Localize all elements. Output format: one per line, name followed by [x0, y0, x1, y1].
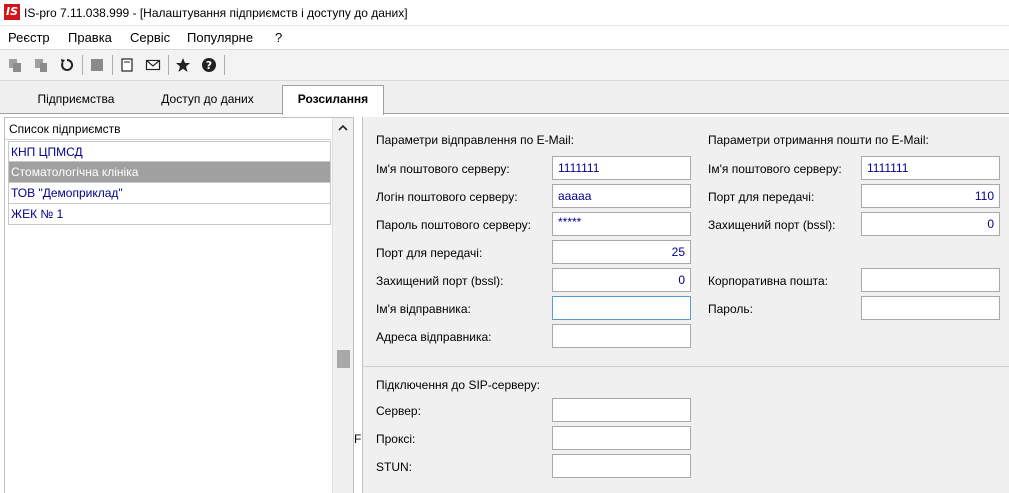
toolbar-separator	[224, 55, 225, 75]
sender-name-label: Ім'я відправника:	[376, 302, 471, 316]
help-icon[interactable]: ?	[198, 54, 220, 76]
toolbar-separator	[112, 55, 113, 75]
menu-bar: Реєстр Правка Сервіс Популярне ?	[0, 27, 1009, 48]
enterprise-list-header: Список підприємств	[5, 118, 331, 140]
sip-section-title: Підключення до SIP-серверу:	[376, 378, 540, 392]
toolbar-separator	[168, 55, 169, 75]
list-item[interactable]: Стоматологічна клініка	[8, 162, 331, 183]
document-icon[interactable]	[116, 54, 138, 76]
menu-popular[interactable]: Популярне	[187, 30, 253, 45]
send-server-input[interactable]: 1111111	[552, 156, 691, 180]
tab-enterprises[interactable]: Підприємства	[20, 89, 132, 113]
send-port-input[interactable]: 25	[552, 240, 691, 264]
tab-mailing[interactable]: Розсилання	[282, 85, 384, 115]
menu-registry[interactable]: Реєстр	[8, 30, 50, 45]
receive-port-input[interactable]: 110	[861, 184, 1000, 208]
enterprise-list-panel: Список підприємств КНП ЦПМСД Стоматологі…	[4, 117, 354, 493]
receive-password-label: Пароль:	[708, 302, 753, 316]
sip-stun-label: STUN:	[376, 460, 412, 474]
menu-edit[interactable]: Правка	[68, 30, 112, 45]
receive-password-input[interactable]	[861, 296, 1000, 320]
send-login-label: Логін поштового серверу:	[376, 190, 518, 204]
title-bar: IS IS-pro 7.11.038.999 - [Налаштування п…	[0, 0, 1009, 26]
list-scrollbar[interactable]	[332, 118, 353, 493]
sip-stun-input[interactable]	[552, 454, 691, 478]
tab-data-access[interactable]: Доступ до даних	[140, 89, 275, 113]
toolbar-separator	[82, 55, 83, 75]
sip-server-label: Сервер:	[376, 404, 421, 418]
email-send-section-title: Параметри відправлення по E-Mail:	[376, 133, 574, 147]
send-ssl-port-label: Захищений порт (bssl):	[376, 274, 504, 288]
chevron-up-icon[interactable]	[333, 118, 353, 138]
receive-port-label: Порт для передачі:	[708, 190, 815, 204]
menu-service[interactable]: Сервіс	[130, 30, 170, 45]
receive-ssl-port-input[interactable]: 0	[861, 212, 1000, 236]
list-item[interactable]: ТОВ "Демоприклад"	[8, 183, 331, 204]
copy-icon[interactable]	[4, 54, 26, 76]
sip-server-input[interactable]	[552, 398, 691, 422]
star-icon[interactable]	[172, 54, 194, 76]
sip-proxy-input[interactable]	[552, 426, 691, 450]
sip-proxy-label: Проксі:	[376, 432, 416, 446]
pane-marker: F	[354, 432, 362, 446]
window-title: IS-pro 7.11.038.999 - [Налаштування підп…	[24, 6, 408, 20]
send-port-label: Порт для передачі:	[376, 246, 483, 260]
refresh-icon[interactable]	[56, 54, 78, 76]
send-login-input[interactable]: aaaaa	[552, 184, 691, 208]
section-divider	[362, 366, 1009, 367]
receive-server-label: Ім'я поштового серверу:	[708, 162, 842, 176]
send-server-label: Ім'я поштового серверу:	[376, 162, 510, 176]
menu-help[interactable]: ?	[275, 30, 282, 45]
corp-mail-input[interactable]	[861, 268, 1000, 292]
svg-text:?: ?	[206, 59, 212, 72]
toolbar: ?	[0, 49, 1009, 81]
sender-address-label: Адреса відправника:	[376, 330, 492, 344]
sender-address-input[interactable]	[552, 324, 691, 348]
tab-bar: Підприємства Доступ до даних Розсилання	[0, 81, 1009, 115]
app-logo: IS	[4, 4, 20, 20]
paste-icon[interactable]	[30, 54, 52, 76]
sender-name-input[interactable]	[552, 296, 691, 320]
send-ssl-port-input[interactable]: 0	[552, 268, 691, 292]
list-item[interactable]: ЖЕК № 1	[8, 204, 331, 225]
mail-icon[interactable]	[142, 54, 164, 76]
scroll-thumb[interactable]	[337, 350, 350, 368]
list-item[interactable]: КНП ЦПМСД	[8, 141, 331, 162]
receive-server-input[interactable]: 1111111	[861, 156, 1000, 180]
send-password-label: Пароль поштового серверу:	[376, 218, 531, 232]
email-receive-section-title: Параметри отримання пошти по E-Mail:	[708, 133, 929, 147]
corp-mail-label: Корпоративна пошта:	[708, 274, 828, 288]
receive-ssl-port-label: Захищений порт (bssl):	[708, 218, 836, 232]
send-password-input[interactable]: *****	[552, 212, 691, 236]
stop-icon[interactable]	[86, 54, 108, 76]
